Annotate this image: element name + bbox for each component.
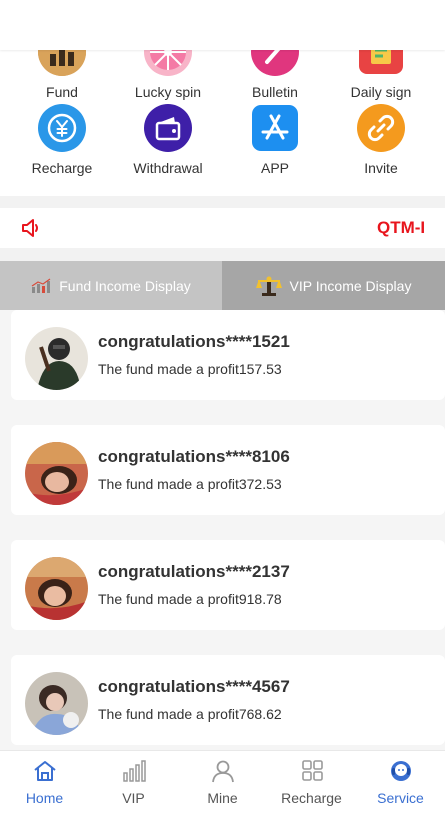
menu-item-label: Recharge xyxy=(31,160,93,176)
app-store-icon xyxy=(251,104,299,152)
tab-fund-income[interactable]: Fund Income Display xyxy=(0,261,222,310)
bar-chart-icon xyxy=(31,278,51,294)
nav-label: Service xyxy=(377,790,424,806)
avatar xyxy=(25,442,88,505)
scale-icon xyxy=(255,275,282,297)
menu-item-daily-sign[interactable]: Daily sign xyxy=(326,50,436,100)
avatar xyxy=(25,672,88,735)
menu-item-label: Withdrawal xyxy=(133,160,203,176)
menu-item-app[interactable]: APP xyxy=(220,104,330,176)
record-message: The fund made a profit918.78 xyxy=(98,591,282,607)
home-icon xyxy=(32,761,58,787)
income-list: congratulations****1521 The fund made a … xyxy=(0,310,445,750)
avatar xyxy=(25,327,88,390)
nav-service[interactable]: Service xyxy=(356,751,445,816)
record-name: congratulations****4567 xyxy=(98,677,290,696)
menu-item-fund[interactable]: Fund xyxy=(7,50,117,100)
record-name: congratulations****2137 xyxy=(98,562,290,581)
speaker-icon xyxy=(20,217,42,244)
income-tabs: Fund Income Display VIP Income Display xyxy=(0,261,445,310)
top-header-bar xyxy=(0,0,445,50)
wallet-icon xyxy=(144,104,192,152)
nav-home[interactable]: Home xyxy=(0,751,89,816)
bottom-nav: Home VIP Mine Recharge Service xyxy=(0,750,445,816)
bar-chart-icon xyxy=(121,760,147,787)
avatar xyxy=(25,557,88,620)
nav-recharge[interactable]: Recharge xyxy=(267,751,356,816)
tab-label: VIP Income Display xyxy=(289,277,412,294)
nav-label: Home xyxy=(25,790,64,806)
record-name: congratulations****1521 xyxy=(98,332,290,351)
record-message: The fund made a profit157.53 xyxy=(98,361,282,377)
menu-item-label: Lucky spin xyxy=(134,84,202,100)
tab-label: Fund Income Display xyxy=(59,277,191,294)
menu-item-recharge[interactable]: Recharge xyxy=(7,104,117,176)
nav-label: VIP xyxy=(122,790,145,806)
menu-item-bulletin[interactable]: Bulletin xyxy=(220,50,330,100)
list-item: congratulations****1521 The fund made a … xyxy=(11,310,445,400)
wheel-icon xyxy=(144,50,192,76)
menu-item-withdrawal[interactable]: Withdrawal xyxy=(113,104,223,176)
menu-item-label: Bulletin xyxy=(252,84,298,100)
daily-sign-icon xyxy=(357,50,405,76)
menu-item-label: APP xyxy=(260,160,289,176)
grid-icon xyxy=(299,760,325,787)
headset-icon xyxy=(388,761,414,787)
yen-icon xyxy=(38,104,86,152)
list-item: congratulations****4567 The fund made a … xyxy=(11,655,445,745)
record-message: The fund made a profit768.62 xyxy=(98,706,282,722)
quick-menu: Fund Lucky spin Bulletin Daily sign Rech… xyxy=(0,50,445,196)
bulletin-icon xyxy=(251,50,299,76)
nav-label: Mine xyxy=(207,790,238,806)
nav-vip[interactable]: VIP xyxy=(89,751,178,816)
notice-bar: QTM-I xyxy=(0,208,445,248)
tab-vip-income[interactable]: VIP Income Display xyxy=(222,261,445,310)
menu-item-label: Invite xyxy=(364,160,398,176)
menu-item-label: Daily sign xyxy=(350,84,412,100)
record-name: congratulations****8106 xyxy=(98,447,290,466)
fund-icon xyxy=(38,50,86,76)
notice-text: QTM-I xyxy=(377,218,426,237)
link-icon xyxy=(357,104,405,152)
list-item: congratulations****2137 The fund made a … xyxy=(11,540,445,630)
record-message: The fund made a profit372.53 xyxy=(98,476,282,492)
menu-item-label: Fund xyxy=(46,84,78,100)
nav-mine[interactable]: Mine xyxy=(178,751,267,816)
list-item: congratulations****8106 The fund made a … xyxy=(11,425,445,515)
person-icon xyxy=(210,760,236,787)
nav-label: Recharge xyxy=(281,790,342,806)
menu-item-invite[interactable]: Invite xyxy=(326,104,436,176)
menu-item-lucky-spin[interactable]: Lucky spin xyxy=(113,50,223,100)
